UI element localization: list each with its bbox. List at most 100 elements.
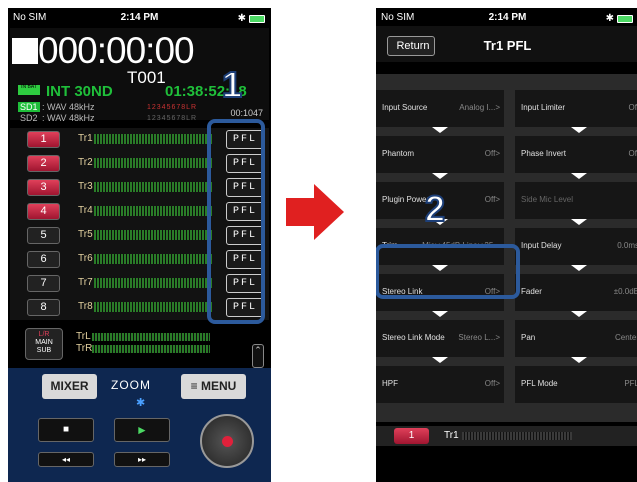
track-name: Tr3 (78, 181, 93, 192)
setting-label: Phase Invert (521, 149, 566, 158)
setting-label: Pan (521, 333, 536, 342)
track-pfl-screen: No SIM 2:14 PM ✱ Return Tr1 PFL Input So… (376, 8, 637, 482)
chevron-down-icon (571, 357, 587, 363)
setting-value: Stereo L...> (458, 333, 500, 342)
track-button-3[interactable]: 3 (27, 179, 60, 196)
chevron-down-icon (432, 173, 448, 179)
setting-fader[interactable]: Fader ±0.0dB (515, 274, 637, 317)
status-bar: No SIM 2:14 PM ✱ (8, 12, 271, 26)
control-panel: MIXER ZOOM ✱ ≡ MENU ■ ► ◂◂ ▸▸ (8, 368, 271, 482)
track-name: Tr5 (78, 229, 93, 240)
sd2-channel-map: 12345678LR (147, 115, 198, 122)
setting-value: PFL (624, 379, 637, 388)
stereo-link-highlight-box (376, 244, 520, 299)
setting-label: Input Delay (521, 241, 562, 250)
setting-label: HPF (382, 379, 398, 388)
chevron-down-icon (571, 173, 587, 179)
level-meter (94, 278, 212, 288)
setting-value: Off (628, 103, 637, 112)
battery-icon (617, 14, 633, 23)
track-name: Tr8 (78, 301, 93, 312)
sd1-row: SD1 : WAV 48kHz (18, 102, 95, 112)
setting-pfl-mode[interactable]: PFL Mode PFL (515, 366, 637, 403)
level-meter (94, 206, 212, 216)
step-number-1: 1 (221, 63, 243, 106)
track-button-4[interactable]: 4 (27, 203, 60, 220)
setting-stereo-link-mode[interactable]: Stereo Link Mode Stereo L...> (376, 320, 504, 363)
setting-phase-invert[interactable]: Phase Invert Off (515, 136, 637, 179)
setting-value: Analog I...> (459, 103, 500, 112)
setting-label: Plugin Power (382, 195, 430, 204)
sd2-row: SD2 : WAV 48kHz (20, 113, 95, 123)
fast-forward-button[interactable]: ▸▸ (114, 452, 170, 467)
setting-label: Input Source (382, 103, 428, 112)
track-button-1[interactable]: 1 (394, 428, 429, 444)
menu-button[interactable]: ≡ MENU (181, 374, 246, 399)
lr-main-sub-button[interactable]: L/R MAIN SUB (25, 328, 63, 360)
track-name: Tr1 (78, 133, 93, 144)
setting-input-limiter[interactable]: Input Limiter Off (515, 90, 637, 133)
clock: 2:14 PM (120, 12, 159, 23)
level-meter (94, 254, 212, 264)
file-count: 00:1047 (230, 108, 263, 118)
timecode: 000:00:00 (12, 30, 195, 72)
setting-value: Off (628, 149, 637, 158)
chevron-down-icon (432, 311, 448, 317)
setting-side-mic-level[interactable]: Side Mic Level (515, 182, 637, 225)
rewind-button[interactable]: ◂◂ (38, 452, 94, 467)
setting-phantom[interactable]: Phantom Off> (376, 136, 504, 179)
setting-input-source[interactable]: Input Source Analog I...> (376, 90, 504, 133)
level-meter (94, 134, 212, 144)
bluetooth-indicator-icon: ✱ (136, 397, 146, 409)
setting-pan[interactable]: Pan Center (515, 320, 637, 363)
chevron-down-icon (432, 357, 448, 363)
mixer-button[interactable]: MIXER (42, 374, 97, 399)
track-name-trr: TrR (76, 343, 93, 354)
setting-value: ±0.0dB (613, 287, 637, 296)
chevron-down-icon (432, 127, 448, 133)
setting-label: Fader (521, 287, 542, 296)
frame-rate-label: INT 30ND (46, 83, 113, 100)
chevron-down-icon (571, 219, 587, 225)
track-button-5[interactable]: 5 (27, 227, 60, 244)
bluetooth-icon: ✱ (237, 13, 246, 24)
play-button[interactable]: ► (114, 418, 170, 442)
bluetooth-icon: ✱ (605, 13, 614, 24)
setting-value: 0.0ms (617, 241, 637, 250)
status-bar: No SIM 2:14 PM ✱ (376, 12, 637, 26)
track-button-7[interactable]: 7 (27, 275, 60, 292)
track-button-1[interactable]: 1 (27, 131, 60, 148)
level-meter (94, 302, 212, 312)
level-meter (94, 182, 212, 192)
setting-label: Input Limiter (521, 103, 566, 112)
internal-battery-icon: IN BAT (18, 85, 40, 95)
track-name: Tr6 (78, 253, 93, 264)
display-toggle-handle[interactable]: ⌃ (252, 344, 264, 368)
setting-hpf[interactable]: HPF Off> (376, 366, 504, 403)
track-button-6[interactable]: 6 (27, 251, 60, 268)
setting-value: Off> (484, 379, 500, 388)
track-name-trl: TrL (76, 331, 91, 342)
track-button-2[interactable]: 2 (27, 155, 60, 172)
step-number-2: 2 (424, 187, 446, 230)
setting-input-delay[interactable]: Input Delay 0.0ms (515, 228, 637, 271)
setting-label: Phantom (382, 149, 415, 158)
stop-button[interactable]: ■ (38, 418, 94, 442)
level-meter (94, 158, 212, 168)
chevron-down-icon (571, 311, 587, 317)
level-meter-trl (92, 333, 210, 341)
take-name: T001 (127, 68, 166, 87)
nav-bar: Return Tr1 PFL (376, 26, 637, 62)
setting-label: Stereo Link Mode (382, 333, 445, 342)
track-name: Tr2 (78, 157, 93, 168)
setting-value: Center (614, 333, 637, 342)
battery-icon (249, 14, 265, 23)
level-meter-trr (92, 345, 210, 353)
selected-track-bar: 1 Tr1 (376, 426, 637, 446)
track-name: Tr4 (78, 205, 93, 216)
level-meter (94, 230, 212, 240)
level-meter (462, 432, 572, 440)
chevron-down-icon (571, 265, 587, 271)
record-button[interactable] (200, 414, 254, 468)
track-button-8[interactable]: 8 (27, 299, 60, 316)
